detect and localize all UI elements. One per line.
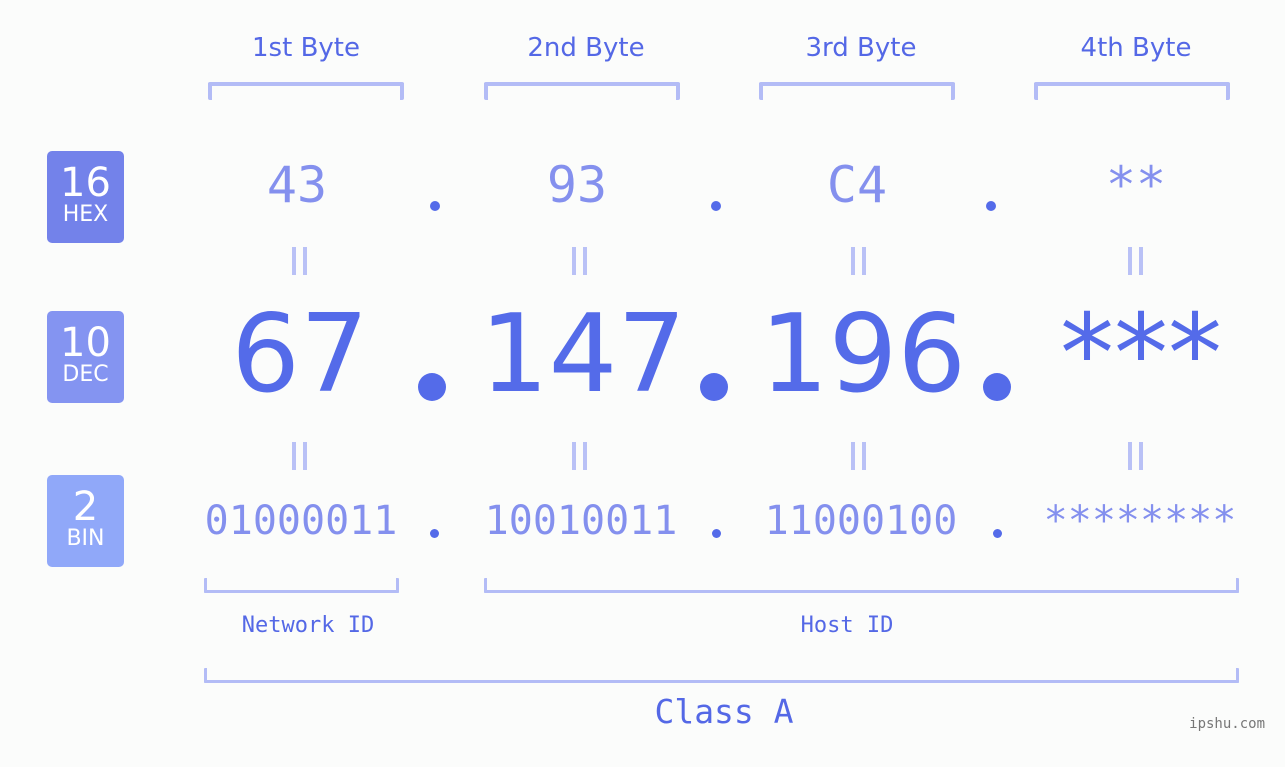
dec-byte-2: 147: [479, 292, 687, 417]
equals-bar: [862, 247, 866, 275]
equals-bar: [292, 442, 296, 470]
dec-separator-dot: [983, 373, 1011, 401]
host-id-label: Host ID: [800, 613, 894, 638]
equals-bar: [1128, 247, 1132, 275]
equals-bar: [572, 442, 576, 470]
hex-byte-4: **: [1105, 156, 1167, 214]
bin-base-unit: BIN: [66, 526, 105, 551]
hex-badge: 16 HEX: [47, 151, 124, 243]
equals-bar: [1139, 247, 1143, 275]
hex-base-number: 16: [60, 160, 111, 206]
dec-byte-1: 67: [231, 292, 369, 417]
dec-badge: 10 DEC: [47, 311, 124, 403]
equals-bar: [1139, 442, 1143, 470]
byte-header-1: 1st Byte: [252, 33, 360, 63]
equals-bar: [862, 442, 866, 470]
equals-bar: [583, 442, 587, 470]
host-id-bracket: [484, 578, 1239, 593]
watermark: ipshu.com: [1189, 716, 1265, 732]
equals-bar: [1128, 442, 1132, 470]
byte-bracket-4: [1034, 82, 1230, 100]
byte-header-4: 4th Byte: [1080, 33, 1192, 63]
dec-byte-3: 196: [759, 292, 967, 417]
bin-base-number: 2: [72, 484, 99, 530]
bin-badge: 2 BIN: [47, 475, 124, 567]
equals-bar: [851, 442, 855, 470]
network-id-bracket: [204, 578, 399, 593]
hex-separator-dot: [711, 201, 721, 211]
dec-base-number: 10: [60, 320, 111, 366]
bin-separator-dot: [993, 529, 1002, 538]
class-bracket: [204, 668, 1239, 683]
equals-bar: [851, 247, 855, 275]
byte-header-2: 2nd Byte: [527, 33, 645, 63]
bin-separator-dot: [712, 529, 721, 538]
hex-separator-dot: [430, 201, 440, 211]
bin-byte-2: 10010011: [484, 498, 678, 544]
dec-separator-dot: [418, 373, 446, 401]
bin-separator-dot: [430, 529, 439, 538]
hex-byte-3: C4: [826, 156, 888, 214]
dec-byte-4: ***: [1060, 292, 1222, 417]
hex-separator-dot: [986, 201, 996, 211]
hex-base-unit: HEX: [62, 202, 109, 227]
byte-bracket-2: [484, 82, 680, 100]
equals-bar: [303, 247, 307, 275]
equals-bar: [583, 247, 587, 275]
bin-byte-1: 01000011: [204, 498, 398, 544]
class-label: Class A: [654, 692, 794, 731]
bin-byte-3: 11000100: [764, 498, 958, 544]
hex-byte-2: 93: [546, 156, 608, 214]
bin-byte-4: ********: [1043, 498, 1237, 544]
byte-bracket-3: [759, 82, 955, 100]
byte-header-3: 3rd Byte: [805, 33, 917, 63]
equals-bar: [303, 442, 307, 470]
byte-bracket-1: [208, 82, 404, 100]
hex-byte-1: 43: [266, 156, 328, 214]
equals-bar: [292, 247, 296, 275]
dec-base-unit: DEC: [62, 362, 109, 387]
dec-separator-dot: [700, 373, 728, 401]
network-id-label: Network ID: [241, 613, 375, 638]
equals-bar: [572, 247, 576, 275]
